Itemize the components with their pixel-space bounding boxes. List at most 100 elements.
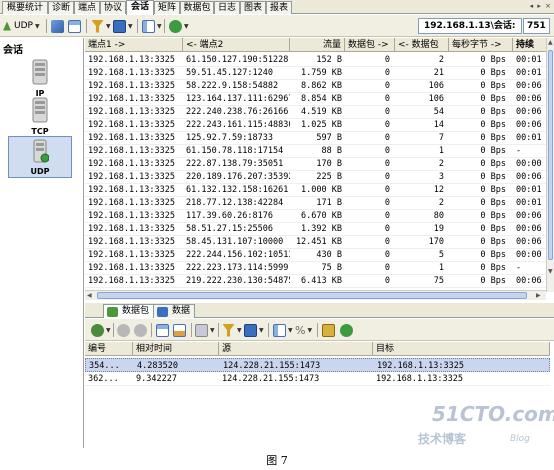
column-header-destination[interactable]: 目标 <box>373 342 550 356</box>
monitor-icon <box>113 19 126 33</box>
tab-charts[interactable]: 图表 <box>240 1 266 14</box>
cell-packets-in: 14 <box>433 120 444 130</box>
detail-tab-bar: 数据包 数据 <box>85 303 554 318</box>
cell-relative-time: 4.283520 <box>137 361 178 371</box>
scroll-thumb[interactable] <box>548 50 553 260</box>
table-row[interactable]: 192.168.1.13:3325 218.77.12.138:42284 171 … <box>85 196 546 210</box>
protocol-item-tcp[interactable]: TCP <box>8 95 72 137</box>
server-network-icon <box>33 139 49 163</box>
packet-options-button[interactable]: ▼ <box>91 322 111 338</box>
packet-find-button[interactable] <box>322 322 335 338</box>
table-row[interactable]: 192.168.1.13:3325 220.189.176.207:35392 22… <box>85 170 546 184</box>
packet-refresh-button[interactable] <box>340 322 353 338</box>
table-row[interactable]: 192.168.1.13:3325 58.45.131.107:10000 12.4… <box>85 235 546 249</box>
layout-button[interactable]: ▼ <box>142 18 162 34</box>
tab-diagnosis[interactable]: 诊断 <box>48 1 74 14</box>
cell-packets-in: 5 <box>438 250 444 260</box>
horizontal-scrollbar[interactable]: ◀ ▶ <box>85 290 546 300</box>
table-row[interactable]: 192.168.1.13:3325 58.51.27.15:25506 1.392 … <box>85 222 546 236</box>
cell-packets-out: 0 <box>384 159 390 169</box>
table-row[interactable]: 192.168.1.13:3325 222.87.138.79:35051 170 … <box>85 157 546 171</box>
watermark-blog-en: Blog <box>510 434 530 444</box>
tab-log[interactable]: 日志 <box>214 1 240 14</box>
tab-detail-packets[interactable]: 数据包 <box>103 304 155 318</box>
table-row[interactable]: 192.168.1.13:3325 222.223.173.114:5999 75 … <box>85 261 546 275</box>
conversation-count: 751 <box>523 18 550 34</box>
tab-conversations[interactable]: 会话 <box>126 0 154 15</box>
display-options-button[interactable]: ▼ <box>113 18 133 34</box>
table-row[interactable]: 192.168.1.13:3325 125.92.7.59:18733 597 B 0… <box>85 131 546 145</box>
table-row[interactable]: 362... 9.342227 124.228.21.155:1473 192.168… <box>85 372 550 386</box>
scroll-down-icon[interactable]: ▼ <box>548 268 553 275</box>
decode-icon <box>156 323 169 337</box>
cell-endpoint2: 222.244.156.102:10513 <box>186 250 290 260</box>
column-header-number[interactable]: 编号 <box>85 342 133 356</box>
scroll-left-icon[interactable]: ◀ <box>87 292 92 299</box>
table-row[interactable]: 354... 4.283520 124.228.21.155:1473 192.168… <box>85 358 550 372</box>
table-row[interactable]: 192.168.1.13:3325 61.150.127.190:51228 152… <box>85 53 546 67</box>
chevron-down-icon: ▼ <box>237 326 242 334</box>
table-row[interactable]: 192.168.1.13:3325 222.244.156.102:10513 43… <box>85 248 546 262</box>
chart-view-button[interactable] <box>173 322 186 338</box>
chevron-down-icon: ▼ <box>210 326 215 334</box>
grid-view-button[interactable] <box>68 18 81 34</box>
column-header-endpoint2[interactable]: <- 端点2 <box>183 38 290 52</box>
tab-reports[interactable]: 报表 <box>266 1 292 14</box>
table-row[interactable]: 192.168.1.13:3325 58.222.9.158:54882 8.862… <box>85 79 546 93</box>
tab-protocols[interactable]: 协议 <box>100 1 126 14</box>
decode-view-button[interactable] <box>156 322 169 338</box>
table-row[interactable]: 192.168.1.13:3325 61.150.78.118:17154 88 B… <box>85 144 546 158</box>
column-header-duration[interactable]: 持续 <box>513 38 546 52</box>
column-header-traffic[interactable]: 流量 <box>290 38 345 52</box>
packet-display-button[interactable]: ▼ <box>244 322 264 338</box>
network-view-button[interactable] <box>51 18 64 34</box>
packet-layout-button[interactable]: ▼ <box>273 322 293 338</box>
view-tab-bar: 概要统计 诊断 端点 协议 会话 矩阵 数据包 日志 图表 报表 ◂ ▸ × <box>0 0 554 15</box>
back-button[interactable] <box>117 322 130 338</box>
tab-detail-data[interactable]: 数据 <box>153 304 196 318</box>
cell-bytes-per-second: 0 Bps <box>480 107 506 117</box>
tab-scroll-close-controls[interactable]: ◂ ▸ × <box>530 2 552 10</box>
cell-endpoint1: 192.168.1.13:3325 <box>88 263 175 273</box>
table-row[interactable]: 192.168.1.13:3325 59.51.45.127:1240 1.759 … <box>85 66 546 80</box>
toolbar-divider <box>86 19 87 33</box>
table-row[interactable]: 192.168.1.13:3325 117.39.60.26:8176 6.670 … <box>85 209 546 223</box>
percent-button[interactable]: % ▼ <box>295 322 312 338</box>
tab-packets[interactable]: 数据包 <box>180 1 214 14</box>
scroll-thumb[interactable] <box>97 292 527 299</box>
column-header-relative-time[interactable]: 相对时间 <box>133 342 219 356</box>
column-header-packets-out[interactable]: 数据包 -> <box>345 38 395 52</box>
tab-endpoints[interactable]: 端点 <box>74 1 100 14</box>
copy-button[interactable]: ▼ <box>195 322 215 338</box>
vertical-scrollbar[interactable]: ▲ ▼ <box>546 38 554 292</box>
packet-filter-button[interactable]: ▼ <box>222 322 242 338</box>
protocol-filter-button[interactable]: UDP ▼ <box>3 18 40 34</box>
filter-button[interactable]: ▼ <box>91 18 111 34</box>
table-row[interactable]: 192.168.1.13:3325 61.132.132.158:16261 1.0… <box>85 183 546 197</box>
cell-duration: 00:06 <box>516 81 542 91</box>
protocol-item-ip[interactable]: IP <box>8 57 72 99</box>
cell-endpoint1: 192.168.1.13:3325 <box>88 94 175 104</box>
table-row[interactable]: 192.168.1.13:3325 222.240.238.76:26166 4.5… <box>85 105 546 119</box>
cell-packets-in: 75 <box>433 276 444 286</box>
cell-packets-out: 0 <box>384 68 390 78</box>
table-row[interactable]: 192.168.1.13:3325 123.164.137.111:62967 8.… <box>85 92 546 106</box>
column-header-endpoint1[interactable]: 端点1 -> <box>85 38 183 52</box>
cell-bytes-per-second: 0 Bps <box>480 198 506 208</box>
tab-summary-stats[interactable]: 概要统计 <box>2 1 48 14</box>
cell-packets-in: 1 <box>438 263 444 273</box>
forward-button[interactable] <box>134 322 147 338</box>
scroll-right-icon[interactable]: ▶ <box>536 292 541 299</box>
cell-relative-time: 9.342227 <box>136 374 177 384</box>
table-row[interactable]: 192.168.1.13:3325 219.222.230.130:54875 6.… <box>85 274 546 288</box>
column-header-bytes-per-second[interactable]: 每秒字节 -> <box>449 38 513 52</box>
table-row[interactable]: 192.168.1.13:3325 222.243.161.115:48830 1.… <box>85 118 546 132</box>
scroll-up-icon[interactable]: ▲ <box>548 39 553 46</box>
protocol-item-udp[interactable]: UDP <box>8 136 72 178</box>
column-header-source[interactable]: 源 <box>219 342 373 356</box>
cell-endpoint1: 192.168.1.13:3325 <box>88 237 175 247</box>
column-header-packets-in[interactable]: <- 数据包 <box>395 38 449 52</box>
refresh-button[interactable]: ▼ <box>169 18 189 34</box>
tab-matrix[interactable]: 矩阵 <box>154 1 180 14</box>
cell-destination: 192.168.1.13:3325 <box>377 361 464 371</box>
